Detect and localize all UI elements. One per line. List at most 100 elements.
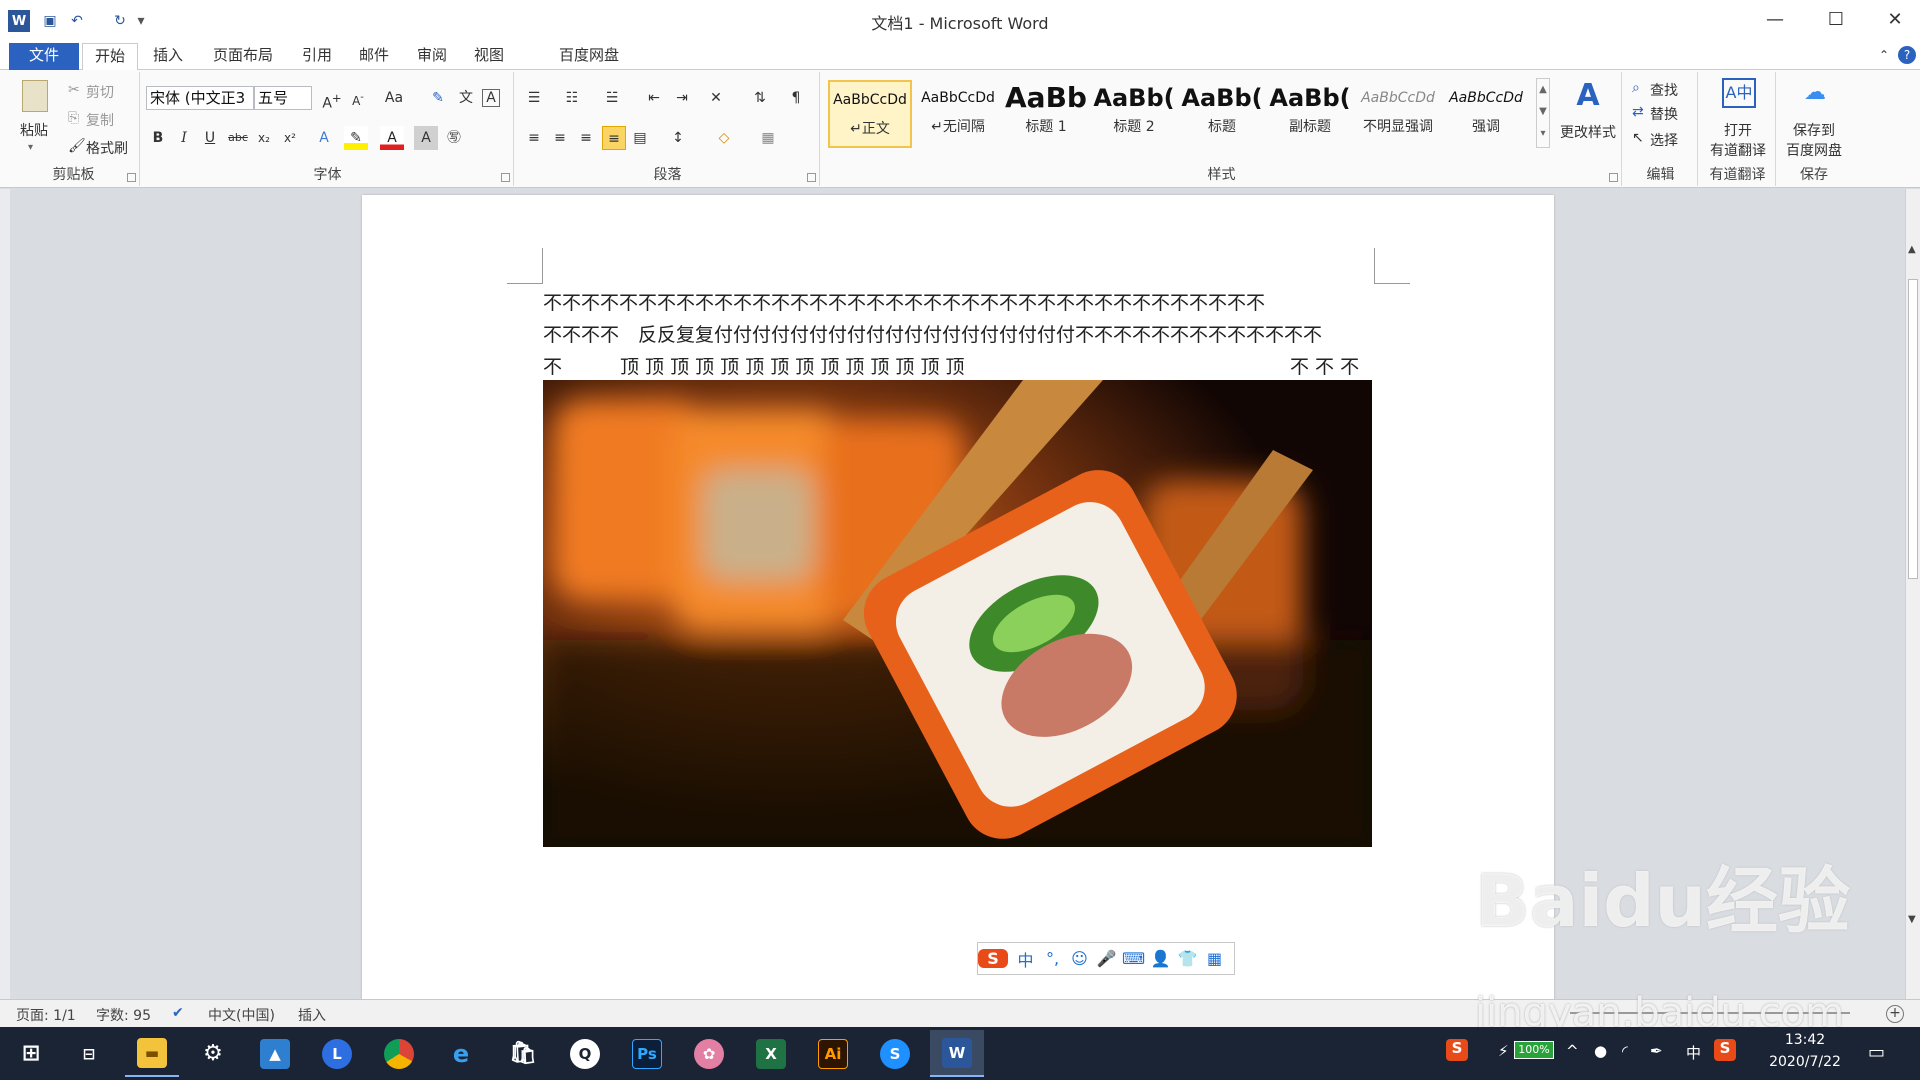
clock-time[interactable]: 13:42 <box>1760 1032 1850 1048</box>
taskbar-store[interactable]: 🛍 <box>496 1030 550 1077</box>
save-to-line2[interactable]: 百度网盘 <box>1778 140 1850 160</box>
style-heading-2[interactable]: AaBb( 标题 2 <box>1092 80 1176 148</box>
change-styles-icon[interactable]: A <box>1558 78 1618 113</box>
asian-layout-icon[interactable]: ✕ <box>704 86 728 110</box>
justify-icon[interactable]: ≡ <box>602 126 626 150</box>
scroll-down-icon[interactable]: ▼ <box>1908 914 1916 925</box>
collapse-ribbon-icon[interactable]: ⌃ <box>1876 43 1892 70</box>
text-line-1[interactable]: 不不不不不不不不不不不不不不不不不不不不不不不不不不不不不不不不不不不不不不 <box>543 288 1265 315</box>
text-effects-icon[interactable]: A <box>312 126 336 150</box>
change-styles-button[interactable]: 更改样式 <box>1554 122 1622 142</box>
text-line-2[interactable]: 不不不不 反反复复付付付付付付付付付付付付付付付付付付付不不不不不不不不不不不不… <box>543 320 1322 347</box>
shading-icon[interactable]: ◇ <box>712 126 736 150</box>
translate-icon[interactable]: A中 <box>1722 78 1756 108</box>
numbering-icon[interactable]: ☷ <box>560 86 584 110</box>
format-painter-button[interactable]: 格式刷 <box>86 138 128 158</box>
style-normal[interactable]: AaBbCcDd ↵正文 <box>828 80 912 148</box>
tab-home[interactable]: 开始 <box>82 43 138 71</box>
maximize-button[interactable]: ☐ <box>1816 6 1856 34</box>
text-line-3-mid[interactable]: 顶 顶 顶 顶 顶 顶 顶 顶 顶 顶 顶 顶 顶 顶 <box>620 352 965 379</box>
style-no-spacing[interactable]: AaBbCcDd ↵无间隔 <box>916 80 1000 148</box>
status-language[interactable]: 中文(中国) <box>208 1005 275 1025</box>
line-spacing-icon[interactable]: ↕ <box>666 126 690 150</box>
taskbar-photoshop[interactable]: Ps <box>620 1030 674 1077</box>
tab-insert[interactable]: 插入 <box>148 43 188 70</box>
font-color-icon[interactable]: A <box>380 126 404 150</box>
styles-launcher-icon[interactable] <box>1609 173 1618 182</box>
tab-mailings[interactable]: 邮件 <box>354 43 394 70</box>
input-lang-indicator[interactable]: 中 <box>1686 1042 1701 1063</box>
enclose-char-icon[interactable]: ㊢ <box>442 126 466 150</box>
power-icon[interactable]: ⚡ <box>1498 1042 1509 1060</box>
ime-punctuation[interactable]: °, <box>1039 949 1066 968</box>
show-marks-icon[interactable]: ¶ <box>784 86 808 110</box>
align-right-icon[interactable]: ≡ <box>574 126 598 150</box>
vertical-scrollbar[interactable]: ▲ ▼ <box>1905 189 1920 999</box>
open-button[interactable]: 打开 <box>1700 120 1776 140</box>
char-border-icon[interactable]: A <box>482 89 500 107</box>
tab-references[interactable]: 引用 <box>297 43 337 70</box>
paste-dropdown-icon[interactable]: ▾ <box>28 142 33 153</box>
paste-icon[interactable] <box>22 80 48 112</box>
styles-scroll-icon[interactable]: ▲ ▼ ▾ <box>1536 78 1550 148</box>
grow-font-icon[interactable]: A+ <box>320 86 344 112</box>
microphone-icon[interactable]: 🎤 <box>1093 949 1120 968</box>
tab-baidu-netdisk[interactable]: 百度网盘 <box>555 43 623 70</box>
tab-view[interactable]: 视图 <box>469 43 509 70</box>
sort-icon[interactable]: ⇅ <box>748 86 772 110</box>
bold-button[interactable]: B <box>146 126 170 150</box>
font-name-select[interactable]: 宋体 (中文正3 <box>146 86 254 110</box>
baidu-cloud-icon[interactable]: ☁ <box>1800 80 1830 106</box>
style-heading-1[interactable]: AaBb 标题 1 <box>1004 80 1088 148</box>
text-line-3-right[interactable]: 不 不 不 <box>1290 352 1359 379</box>
multilevel-list-icon[interactable]: ☱ <box>600 86 624 110</box>
taskbar-illustrator[interactable]: Ai <box>806 1030 860 1077</box>
tab-page-layout[interactable]: 页面布局 <box>206 43 280 70</box>
strikethrough-button[interactable]: abc <box>226 126 250 150</box>
clock-date[interactable]: 2020/7/22 <box>1760 1054 1850 1070</box>
style-subtitle[interactable]: AaBb( 副标题 <box>1268 80 1352 148</box>
paragraph-launcher-icon[interactable] <box>807 173 816 182</box>
distributed-icon[interactable]: ▤ <box>628 126 652 150</box>
zoom-in-icon[interactable]: + <box>1886 1005 1904 1023</box>
sogou-tray-icon[interactable]: S <box>1446 1039 1468 1061</box>
chevron-up-icon[interactable]: ^ <box>1566 1042 1579 1060</box>
help-icon[interactable]: ? <box>1898 46 1916 64</box>
wifi-icon[interactable]: ◜ <box>1622 1042 1628 1060</box>
increase-indent-icon[interactable]: ⇥ <box>670 86 694 110</box>
align-left-icon[interactable]: ≡ <box>522 126 546 150</box>
battery-indicator[interactable]: 100% <box>1514 1041 1554 1059</box>
user-icon[interactable]: 👤 <box>1147 949 1174 968</box>
font-launcher-icon[interactable] <box>501 173 510 182</box>
taskbar-app-l[interactable]: L <box>310 1030 364 1077</box>
superscript-button[interactable]: x² <box>278 126 302 150</box>
subscript-button[interactable]: x₂ <box>252 126 276 150</box>
taskbar-search-app[interactable]: Q <box>558 1030 612 1077</box>
pen-icon[interactable]: ✒ <box>1650 1042 1663 1060</box>
minimize-button[interactable]: — <box>1755 6 1795 34</box>
cut-button[interactable]: 剪切 <box>86 82 114 102</box>
status-word-count[interactable]: 字数: 95 <box>96 1005 151 1025</box>
style-emphasis[interactable]: AaBbCcDd 强调 <box>1444 80 1528 148</box>
task-view-button[interactable]: ⊟ <box>62 1030 116 1077</box>
scrollbar-thumb[interactable] <box>1908 279 1918 579</box>
sushi-photo[interactable] <box>543 380 1372 847</box>
sogou-ime-icon[interactable]: S <box>1714 1039 1736 1061</box>
emoji-icon[interactable]: ☺ <box>1066 949 1093 968</box>
tray-app-icon[interactable]: ● <box>1594 1042 1607 1060</box>
paste-button[interactable]: 粘贴 <box>20 120 48 140</box>
borders-icon[interactable]: ▦ <box>756 126 780 150</box>
find-button[interactable]: 查找 <box>1650 80 1678 100</box>
skin-icon[interactable]: 👕 <box>1174 949 1201 968</box>
proofing-icon[interactable]: ✔ <box>172 1005 184 1021</box>
status-page[interactable]: 页面: 1/1 <box>16 1005 76 1025</box>
italic-button[interactable]: I <box>172 126 196 150</box>
shrink-font-icon[interactable]: A- <box>346 86 370 110</box>
text-line-3-left[interactable]: 不 <box>543 352 562 379</box>
save-to-line1[interactable]: 保存到 <box>1778 120 1850 140</box>
select-button[interactable]: 选择 <box>1650 130 1678 150</box>
taskbar-excel[interactable]: X <box>744 1030 798 1077</box>
decrease-indent-icon[interactable]: ⇤ <box>642 86 666 110</box>
taskbar-explorer[interactable]: ▬ <box>125 1030 179 1077</box>
taskbar-word[interactable]: W <box>930 1030 984 1077</box>
